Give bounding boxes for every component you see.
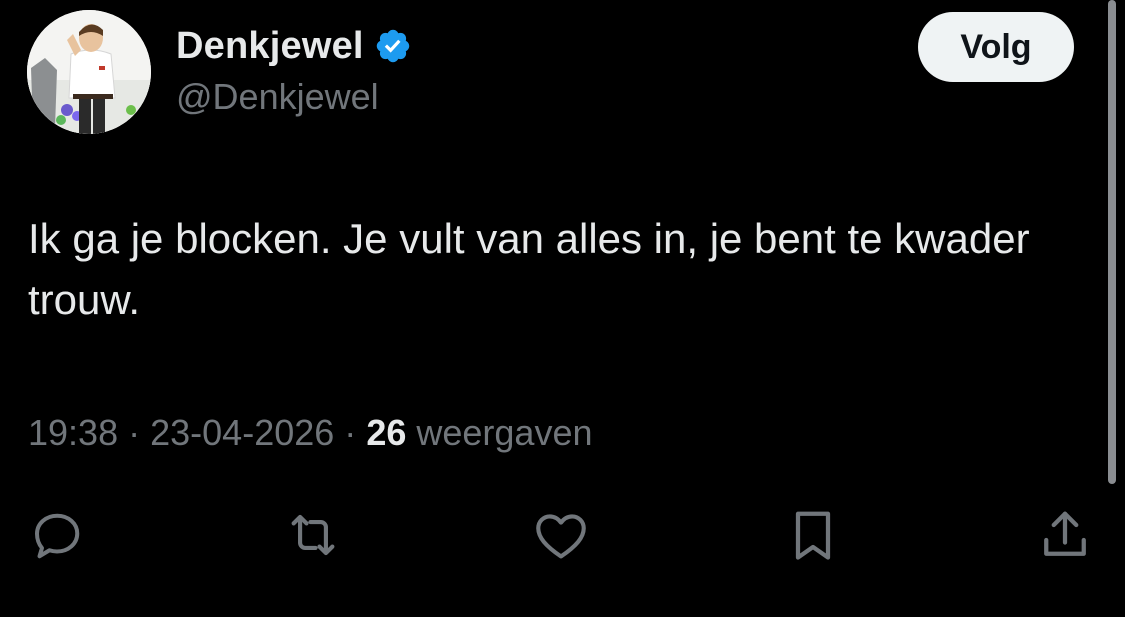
display-name[interactable]: Denkjewel	[176, 25, 364, 68]
tweet-date[interactable]: 23-04-2026	[150, 412, 334, 453]
follow-button[interactable]: Volg	[918, 12, 1074, 82]
share-icon[interactable]	[1030, 500, 1100, 570]
bookmark-icon[interactable]	[778, 500, 848, 570]
avatar[interactable]	[27, 10, 151, 134]
meta-separator: ·	[344, 412, 357, 453]
reply-icon[interactable]	[22, 500, 92, 570]
tweet-actions-bar	[0, 500, 1125, 570]
avatar-photo	[27, 10, 151, 134]
author-handle[interactable]: @Denkjewel	[176, 76, 379, 118]
author-name-row: Denkjewel	[176, 22, 412, 70]
meta-separator: ·	[128, 412, 141, 453]
retweet-icon[interactable]	[278, 500, 348, 570]
tweet-time[interactable]: 19:38	[28, 412, 118, 453]
tweet-meta: 19:38 · 23-04-2026 · 26 weergaven	[28, 412, 593, 454]
like-icon[interactable]	[526, 500, 596, 570]
verified-badge-icon[interactable]	[374, 27, 412, 65]
views-label[interactable]: weergaven	[416, 412, 592, 453]
scrollbar[interactable]	[1108, 0, 1116, 484]
views-count[interactable]: 26	[366, 412, 406, 453]
tweet-card: Denkjewel @Denkjewel Volg Ik ga je block…	[0, 0, 1125, 617]
tweet-text: Ik ga je blocken. Je vult van alles in, …	[28, 215, 1030, 323]
